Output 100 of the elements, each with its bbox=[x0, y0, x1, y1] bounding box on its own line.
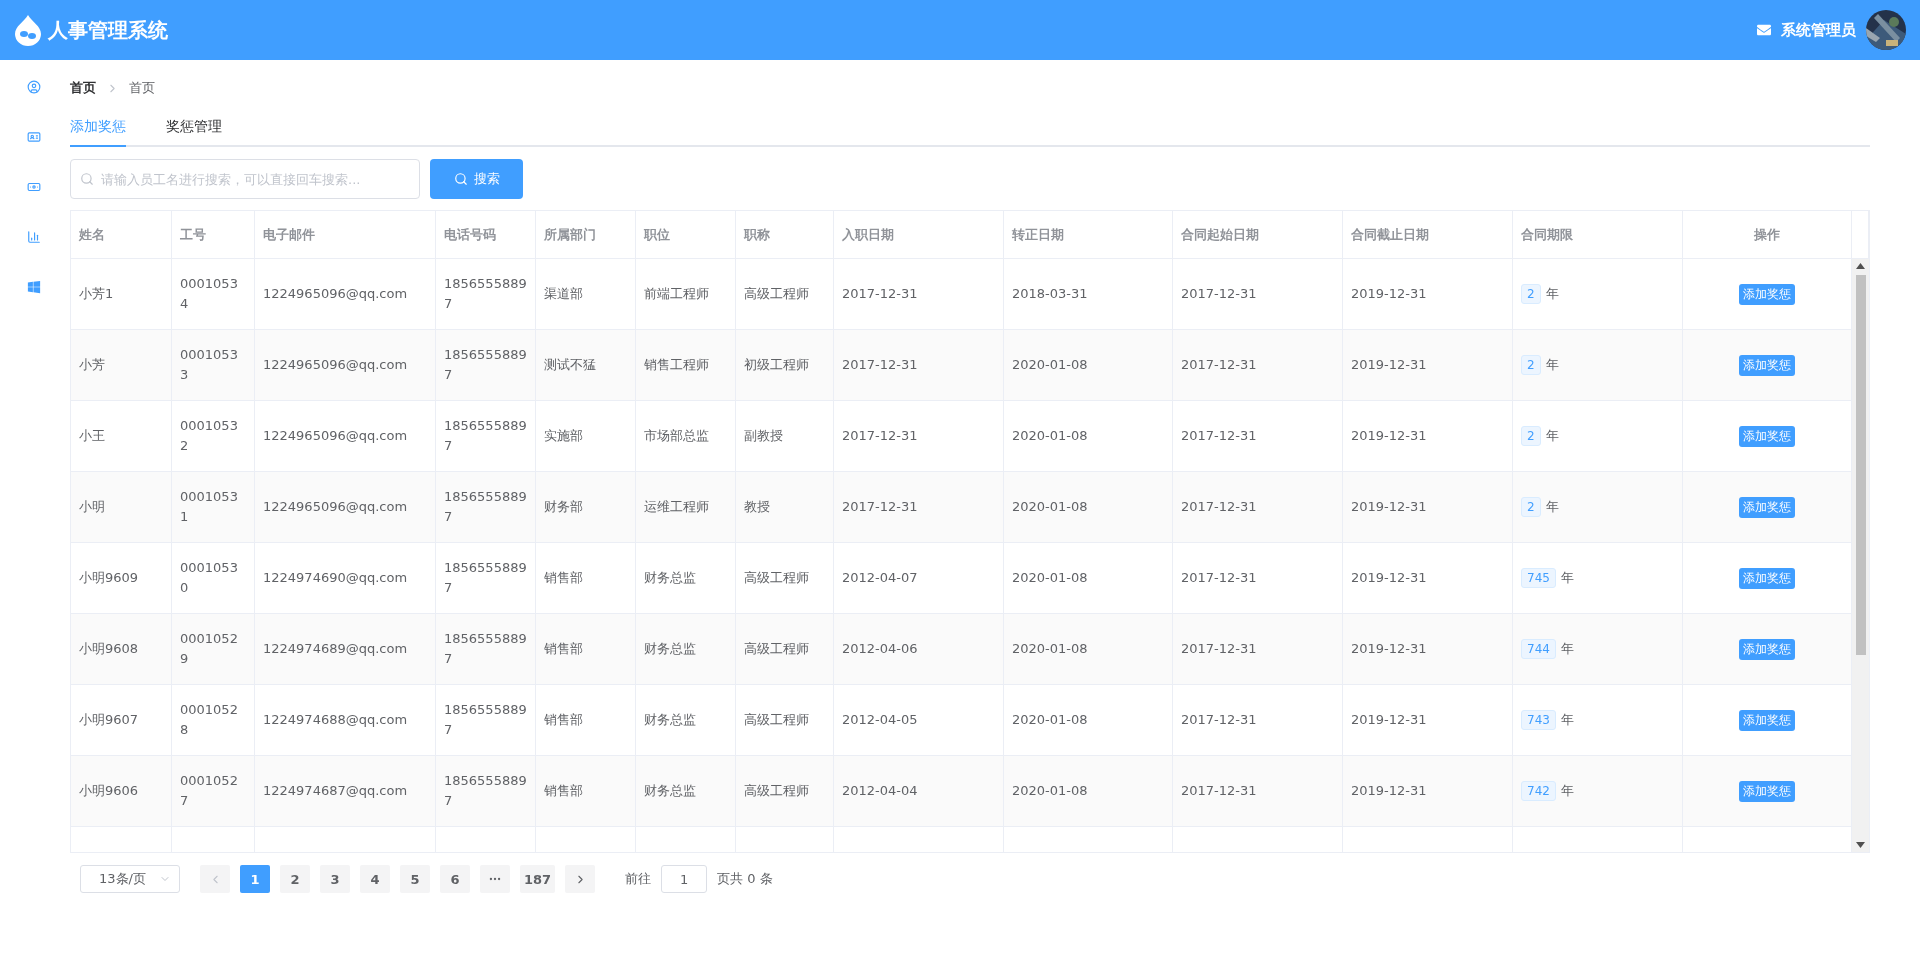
position-cell-text: 财务总监 bbox=[644, 569, 696, 587]
regular-date-cell-text: 2020-01-08 bbox=[1012, 356, 1088, 374]
logo-icon bbox=[14, 14, 42, 46]
term-unit: 年 bbox=[1545, 285, 1559, 303]
goto-label: 前往 bbox=[625, 870, 652, 888]
position-cell-text: 财务总监 bbox=[644, 640, 696, 658]
mail-icon[interactable] bbox=[1757, 23, 1771, 37]
column-header: 入职日期 bbox=[842, 225, 894, 244]
hire-date-cell-text: 2017-12-31 bbox=[842, 498, 918, 516]
term-unit: 年 bbox=[1545, 356, 1559, 374]
add-reward-button[interactable]: 添加奖惩 bbox=[1739, 638, 1795, 660]
job-title-cell-text: 高级工程师 bbox=[744, 285, 809, 303]
term-unit: 年 bbox=[1545, 498, 1559, 516]
term-tag: 2 bbox=[1521, 497, 1541, 517]
job-title-cell-text: 高级工程师 bbox=[744, 782, 809, 800]
app-title: 人事管理系统 bbox=[48, 16, 168, 44]
contract-end-cell-text: 2019-12-31 bbox=[1351, 356, 1427, 374]
column-header: 电子邮件 bbox=[263, 225, 315, 244]
add-reward-button[interactable]: 添加奖惩 bbox=[1739, 283, 1795, 305]
page-button[interactable]: 1 bbox=[240, 865, 270, 893]
name-cell-text: 小明9609 bbox=[79, 569, 139, 587]
term-tag: 742 bbox=[1521, 781, 1556, 801]
bar-chart-icon[interactable] bbox=[27, 230, 43, 246]
department-cell-text: 销售部 bbox=[544, 569, 583, 587]
page-button[interactable]: 2 bbox=[280, 865, 310, 893]
windows-icon[interactable] bbox=[27, 280, 43, 296]
department-cell-text: 销售部 bbox=[544, 782, 583, 800]
phone-cell-text: 18565558897 bbox=[444, 488, 527, 526]
phone-cell-text: 18565558897 bbox=[444, 701, 527, 739]
add-reward-button[interactable]: 添加奖惩 bbox=[1739, 496, 1795, 518]
email-cell-text: 1224974687@qq.com bbox=[263, 782, 408, 800]
email-cell-text: 1224965096@qq.com bbox=[263, 498, 408, 516]
user-name[interactable]: 系统管理员 bbox=[1781, 20, 1856, 40]
scrollbar[interactable] bbox=[1852, 259, 1869, 852]
department-cell-text: 销售部 bbox=[544, 640, 583, 658]
id-cell-text: 00010528 bbox=[180, 701, 239, 739]
search-field[interactable]: 请输入员工名进行搜索，可以直接回车搜索... bbox=[70, 159, 420, 199]
total-text: 页共 0 条 bbox=[717, 870, 773, 888]
id-cell-text: 00010532 bbox=[180, 417, 239, 455]
contract-start-cell-text: 2017-12-31 bbox=[1181, 711, 1257, 729]
position-cell-text: 前端工程师 bbox=[644, 285, 709, 303]
job-title-cell-text: 初级工程师 bbox=[744, 356, 809, 374]
job-title-cell-text: 教授 bbox=[744, 498, 770, 516]
scroll-up-icon[interactable] bbox=[1856, 263, 1865, 269]
term-unit: 年 bbox=[1560, 569, 1574, 587]
tab[interactable]: 奖惩管理 bbox=[166, 108, 222, 147]
add-reward-button[interactable]: 添加奖惩 bbox=[1739, 567, 1795, 589]
id-cell-text: 00010530 bbox=[180, 559, 239, 597]
breadcrumb-item[interactable]: 首页 bbox=[70, 79, 96, 97]
add-reward-button[interactable]: 添加奖惩 bbox=[1739, 354, 1795, 376]
search-icon bbox=[80, 172, 94, 186]
email-cell-text: 1224974690@qq.com bbox=[263, 569, 408, 587]
contract-end-cell-text: 2019-12-31 bbox=[1351, 569, 1427, 587]
page-button[interactable]: 6 bbox=[440, 865, 470, 893]
contract-start-cell-text: 2017-12-31 bbox=[1181, 498, 1257, 516]
column-header: 合同起始日期 bbox=[1181, 225, 1259, 244]
phone-cell-text: 18565558897 bbox=[444, 346, 527, 384]
column-header: 电话号码 bbox=[444, 225, 496, 244]
term-unit: 年 bbox=[1560, 782, 1574, 800]
contract-start-cell-text: 2017-12-31 bbox=[1181, 640, 1257, 658]
page-button[interactable]: 187 bbox=[520, 865, 556, 893]
id-cell-text: 00010531 bbox=[180, 488, 239, 526]
id-cell-text: 00010529 bbox=[180, 630, 239, 668]
email-cell-text: 1224965096@qq.com bbox=[263, 427, 408, 445]
page-button[interactable]: 5 bbox=[400, 865, 430, 893]
page-button[interactable]: 3 bbox=[320, 865, 350, 893]
user-icon[interactable] bbox=[27, 80, 43, 96]
department-cell-text: 销售部 bbox=[544, 711, 583, 729]
regular-date-cell-text: 2020-01-08 bbox=[1012, 569, 1088, 587]
name-cell-text: 小明9607 bbox=[79, 711, 139, 729]
id-cell-text: 00010527 bbox=[180, 772, 239, 810]
term-unit: 年 bbox=[1560, 640, 1574, 658]
hire-date-cell-text: 2012-04-05 bbox=[842, 711, 918, 729]
email-cell-text: 1224974689@qq.com bbox=[263, 640, 408, 658]
name-cell-text: 小明9608 bbox=[79, 640, 139, 658]
add-reward-button[interactable]: 添加奖惩 bbox=[1739, 709, 1795, 731]
contract-start-cell-text: 2017-12-31 bbox=[1181, 782, 1257, 800]
scroll-down-icon[interactable] bbox=[1856, 842, 1865, 848]
add-reward-button[interactable]: 添加奖惩 bbox=[1739, 425, 1795, 447]
name-cell-text: 小芳1 bbox=[79, 285, 114, 303]
name-cell-text: 小明 bbox=[79, 498, 105, 516]
page-size-select[interactable]: 13条/页 bbox=[80, 865, 180, 893]
column-header: 所属部门 bbox=[544, 225, 596, 244]
regular-date-cell-text: 2020-01-08 bbox=[1012, 427, 1088, 445]
page-button[interactable]: 4 bbox=[360, 865, 390, 893]
term-tag: 745 bbox=[1521, 568, 1556, 588]
page-input[interactable]: 1 bbox=[661, 865, 708, 893]
name-cell-text: 小明9606 bbox=[79, 782, 139, 800]
search-button[interactable]: 搜索 bbox=[430, 159, 523, 199]
contract-start-cell-text: 2017-12-31 bbox=[1181, 427, 1257, 445]
name-cell-text: 小芳 bbox=[79, 356, 105, 374]
column-header: 姓名 bbox=[79, 225, 105, 244]
phone-cell-text: 18565558897 bbox=[444, 275, 527, 313]
email-cell-text: 1224974688@qq.com bbox=[263, 711, 408, 729]
regular-date-cell-text: 2018-03-31 bbox=[1012, 285, 1088, 303]
department-cell-text: 财务部 bbox=[544, 498, 583, 516]
tab[interactable]: 添加奖惩 bbox=[70, 108, 126, 147]
phone-cell-text: 18565558897 bbox=[444, 772, 527, 810]
job-title-cell-text: 高级工程师 bbox=[744, 711, 809, 729]
add-reward-button[interactable]: 添加奖惩 bbox=[1739, 780, 1795, 802]
